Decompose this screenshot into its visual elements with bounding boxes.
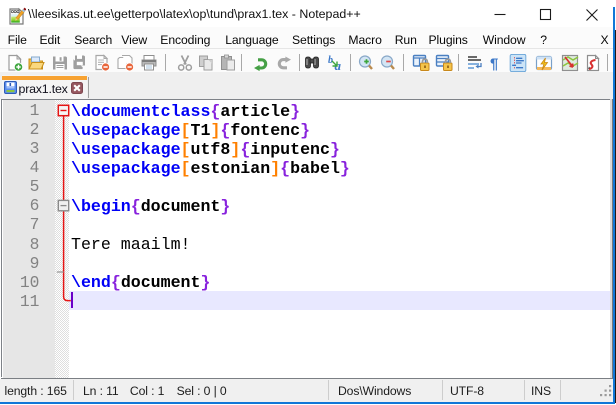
svg-text:b: b [328,55,333,66]
svg-text:¶: ¶ [490,56,498,73]
